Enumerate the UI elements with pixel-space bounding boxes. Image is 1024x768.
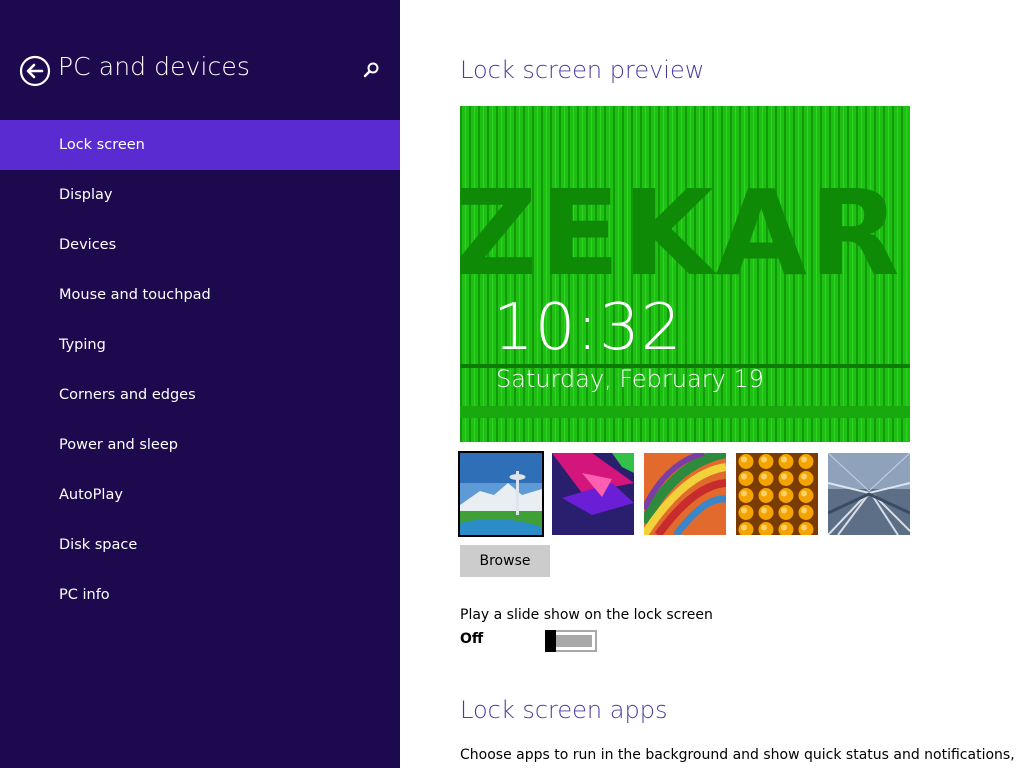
sidebar-item-devices[interactable]: Devices [0,220,400,270]
lock-screen-apps-description: Choose apps to run in the background and… [460,747,1015,763]
back-arrow-icon [19,55,51,87]
back-button[interactable] [19,55,51,87]
sidebar-item-autoplay[interactable]: AutoPlay [0,470,400,520]
sidebar-item-label: Mouse and touchpad [59,287,211,303]
banner-text: ZEKAR [460,164,902,302]
sidebar-item-label: Corners and edges [59,387,196,403]
lock-screen-preview-heading: Lock screen preview [460,56,705,84]
toggle-track [550,635,592,647]
colored-ribbons-thumbnail[interactable] [644,453,726,535]
sidebar-item-pc-info[interactable]: PC info [0,570,400,620]
honeycomb-thumbnail[interactable] [736,453,818,535]
sidebar-item-corners-edges[interactable]: Corners and edges [0,370,400,420]
toggle-knob[interactable] [545,630,556,652]
settings-nav: Lock screen Display Devices Mouse and to… [0,120,400,620]
sidebar-item-label: AutoPlay [59,487,123,503]
geometric-shapes-thumbnail[interactable] [552,453,634,535]
sidebar-item-label: Disk space [59,537,138,553]
sidebar-item-display[interactable]: Display [0,170,400,220]
sidebar: PC and devices Lock screen Display Devic… [0,0,400,768]
sidebar-item-label: Power and sleep [59,437,178,453]
slideshow-toggle[interactable] [545,630,597,652]
sidebar-item-label: Typing [59,337,106,353]
sidebar-item-power-sleep[interactable]: Power and sleep [0,420,400,470]
sidebar-item-lock-screen[interactable]: Lock screen [0,120,400,170]
main-content: Lock screen preview ZEKAR 10:32 Saturday… [400,0,1024,768]
slideshow-toggle-state: Off [460,631,484,647]
lock-screen-date: Saturday, February 19 [496,365,764,393]
lock-screen-time: 10:32 [493,291,683,365]
browse-button[interactable]: Browse [460,545,550,577]
sidebar-item-label: Lock screen [59,137,145,153]
sidebar-item-label: PC info [59,587,110,603]
lock-screen-preview: ZEKAR 10:32 Saturday, February 19 [460,106,910,442]
train-tracks-thumbnail[interactable] [828,453,910,535]
sidebar-item-typing[interactable]: Typing [0,320,400,370]
sidebar-item-label: Devices [59,237,117,253]
search-icon [363,62,379,78]
sidebar-item-disk-space[interactable]: Disk space [0,520,400,570]
space-needle-thumbnail[interactable] [458,451,544,537]
lock-screen-apps-heading: Lock screen apps [460,696,668,724]
page-title: PC and devices [58,52,251,81]
sidebar-item-label: Display [59,187,113,203]
search-button[interactable] [360,59,382,81]
sidebar-item-mouse-touchpad[interactable]: Mouse and touchpad [0,270,400,320]
slideshow-label: Play a slide show on the lock screen [460,607,713,623]
